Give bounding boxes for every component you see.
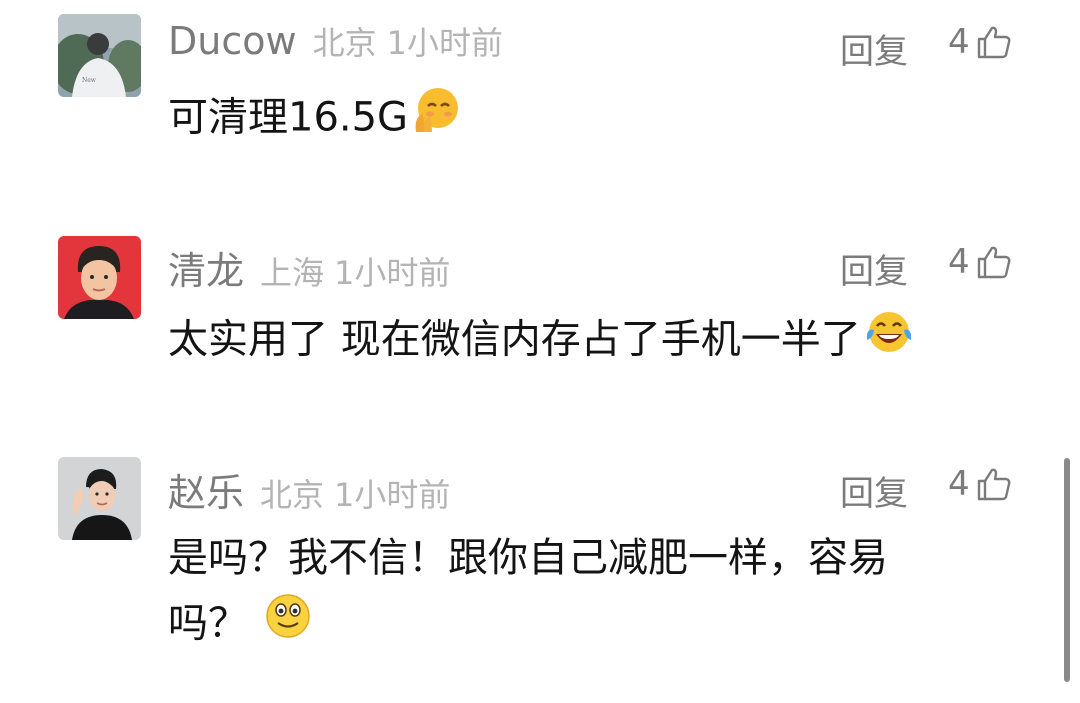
like-count: 4: [948, 22, 970, 62]
timestamp: 1小时前: [334, 254, 451, 292]
smile-emoji: [262, 590, 314, 661]
reply-button[interactable]: 回复: [840, 24, 908, 73]
timestamp: 1小时前: [386, 24, 503, 62]
thumbs-up-icon: [977, 468, 1011, 501]
comment-text-line-2-body: 吗？: [168, 600, 248, 647]
comment-meta: Ducow 北京 1小时前: [168, 18, 513, 68]
comment-text-body: 可清理16.5G: [168, 94, 409, 141]
thumbs-up-icon: [977, 246, 1011, 279]
comment-text-line-1: 是吗？我不信！跟你自己减肥一样，容易: [168, 535, 888, 581]
comment-text-line-2: 吗？: [168, 590, 1018, 661]
comment-text: 太实用了 现在微信内存占了手机一半了: [168, 306, 1018, 377]
username[interactable]: 赵乐: [168, 462, 244, 517]
avatar[interactable]: [58, 457, 141, 540]
comment-text-body: 太实用了 现在微信内存占了手机一半了: [168, 316, 861, 363]
comment-meta: 赵乐 北京 1小时前: [168, 462, 460, 515]
like-button[interactable]: 4: [948, 242, 1012, 282]
laugh-tears-emoji: [863, 306, 915, 377]
like-count: 4: [948, 464, 970, 504]
reply-button[interactable]: 回复: [840, 244, 908, 293]
shy-smile-emoji: [410, 84, 462, 155]
thumbs-up-icon: [977, 26, 1011, 59]
username[interactable]: 清龙: [168, 240, 244, 295]
location-label: 上海: [260, 254, 325, 292]
comment-text: 可清理16.5G: [168, 84, 1018, 155]
avatar[interactable]: [58, 236, 141, 319]
timestamp: 1小时前: [334, 476, 451, 514]
avatar[interactable]: New: [58, 14, 141, 97]
svg-text:New: New: [82, 77, 97, 84]
reply-button[interactable]: 回复: [840, 466, 908, 515]
like-button[interactable]: 4: [948, 464, 1012, 504]
comment-text: 是吗？我不信！跟你自己减肥一样，容易 吗？: [168, 526, 1018, 661]
comment-meta: 清龙 上海 1小时前: [168, 240, 460, 293]
username[interactable]: Ducow: [168, 19, 297, 63]
comment-list: New Ducow 北京 1小时前 回复 4 可清理16.5G 清龙 上海 1小…: [0, 0, 1080, 703]
location-label: 北京: [312, 24, 377, 62]
scrollbar[interactable]: [1064, 458, 1070, 682]
like-button[interactable]: 4: [948, 22, 1012, 62]
like-count: 4: [948, 242, 970, 282]
location-label: 北京: [260, 476, 325, 514]
